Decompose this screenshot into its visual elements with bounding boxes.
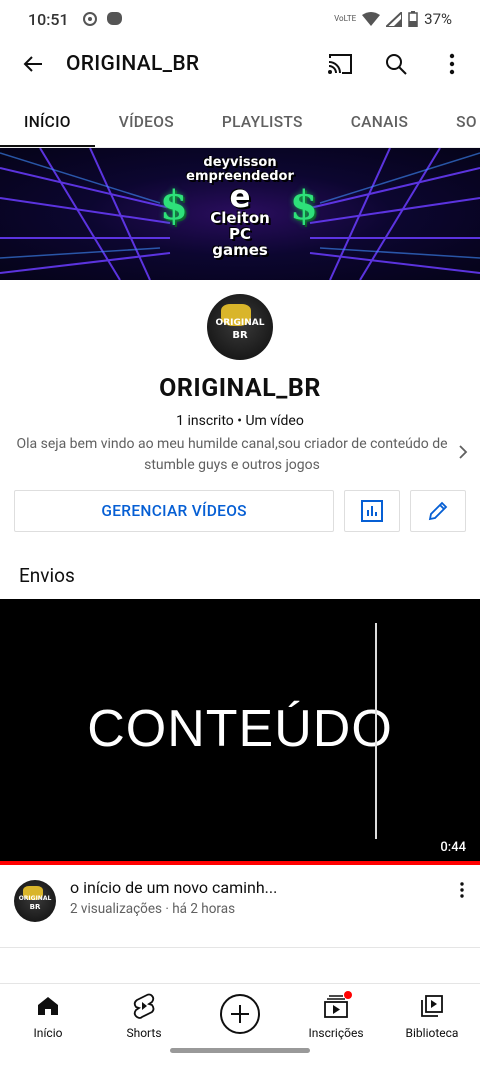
channel-actions: GERENCIAR VÍDEOS bbox=[14, 490, 466, 532]
back-button[interactable] bbox=[0, 38, 66, 90]
nav-subscriptions-label: Inscrições bbox=[308, 1026, 364, 1040]
banner-line-6: games bbox=[212, 240, 268, 259]
avatar-line-1: ORIGINAL bbox=[18, 895, 52, 902]
video-count: Um vídeo bbox=[245, 413, 304, 429]
wifi-icon bbox=[362, 12, 381, 26]
video-more-button[interactable] bbox=[450, 878, 474, 902]
page-title: ORIGINAL_BR bbox=[66, 52, 200, 76]
nav-home[interactable]: Início bbox=[0, 984, 96, 1066]
channel-description[interactable]: Ola seja bem vindo ao meu humilde canal,… bbox=[12, 434, 452, 476]
video-list-item[interactable]: ORIGINAL BR o início de um novo caminh..… bbox=[0, 866, 480, 948]
shorts-icon bbox=[133, 993, 155, 1019]
search-button[interactable] bbox=[368, 38, 424, 90]
status-left-icons bbox=[82, 12, 122, 26]
gesture-bar[interactable] bbox=[170, 1048, 310, 1053]
app-notification-icon bbox=[106, 12, 122, 25]
search-icon bbox=[386, 54, 407, 75]
tab-sobre[interactable]: SO bbox=[432, 96, 480, 147]
avatar-line-2: BR bbox=[29, 903, 41, 911]
channel-tabs: INÍCIO VÍDEOS PLAYLISTS CANAIS SO bbox=[0, 96, 480, 148]
video-title[interactable]: o início de um novo caminh... bbox=[70, 878, 277, 897]
thumbnail-cursor-line bbox=[375, 623, 377, 839]
tab-canais[interactable]: CANAIS bbox=[327, 96, 432, 147]
channel-meta: 1 inscrito • Um vídeo bbox=[0, 413, 480, 429]
nav-library-label: Biblioteca bbox=[405, 1026, 459, 1040]
video-meta: 2 visualizações · há 2 horas bbox=[70, 901, 236, 917]
meta-separator: • bbox=[233, 413, 246, 429]
create-icon bbox=[231, 1005, 249, 1023]
nav-shorts-label: Shorts bbox=[126, 1026, 162, 1040]
signal-icon bbox=[386, 11, 403, 27]
battery-icon bbox=[408, 11, 418, 27]
banner-text: deyvisson empreendedor e Cleiton PC game… bbox=[0, 156, 480, 259]
chevron-right-icon bbox=[459, 445, 468, 459]
cast-icon bbox=[328, 54, 352, 74]
cast-button[interactable] bbox=[312, 38, 368, 90]
home-icon bbox=[38, 997, 58, 1015]
arrow-back-icon bbox=[23, 56, 42, 72]
channel-avatar[interactable]: ORIGINAL BR bbox=[207, 294, 273, 360]
nav-home-label: Início bbox=[33, 1026, 63, 1040]
description-expand-button[interactable] bbox=[458, 444, 468, 464]
video-duration: 0:44 bbox=[440, 840, 466, 855]
library-icon bbox=[421, 995, 443, 1017]
analytics-button[interactable] bbox=[344, 490, 401, 532]
more-vert-icon bbox=[460, 882, 464, 898]
nav-library[interactable]: Biblioteca bbox=[384, 984, 480, 1066]
channel-banner: $ $ deyvisson empreendedor e Cleiton PC … bbox=[0, 148, 480, 280]
app-bar: ORIGINAL_BR bbox=[0, 38, 480, 90]
analytics-icon bbox=[361, 500, 384, 522]
nav-create[interactable] bbox=[192, 984, 288, 1066]
channel-name: ORIGINAL_BR bbox=[159, 374, 321, 403]
bottom-navigation: Início Shorts Inscrições Biblioteca bbox=[0, 983, 480, 1066]
pencil-icon bbox=[428, 501, 448, 521]
nav-subscriptions[interactable]: Inscrições bbox=[288, 984, 384, 1066]
banner-line-1: deyvisson bbox=[203, 155, 277, 170]
tab-inicio[interactable]: INÍCIO bbox=[0, 96, 95, 147]
edit-channel-button[interactable] bbox=[410, 490, 466, 532]
create-button[interactable] bbox=[220, 994, 260, 1034]
status-bar: 10:51 VoLTE 37% bbox=[0, 0, 480, 38]
status-right: VoLTE 37% bbox=[334, 10, 452, 28]
battery-percent: 37% bbox=[424, 10, 452, 28]
more-options-button[interactable] bbox=[424, 38, 480, 90]
app-bar-actions bbox=[312, 38, 480, 90]
manage-videos-button[interactable]: GERENCIAR VÍDEOS bbox=[14, 490, 335, 532]
tab-playlists[interactable]: PLAYLISTS bbox=[198, 96, 327, 147]
record-icon bbox=[82, 12, 97, 26]
more-vert-icon bbox=[449, 53, 455, 75]
video-channel-avatar[interactable]: ORIGINAL BR bbox=[14, 880, 56, 922]
notification-dot bbox=[344, 991, 352, 999]
watch-progress-bar bbox=[0, 861, 480, 865]
avatar-line-2: BR bbox=[232, 330, 248, 341]
banner-line-3: e bbox=[229, 179, 251, 216]
avatar-line-1: ORIGINAL bbox=[215, 318, 265, 328]
volte-icon: VoLTE bbox=[334, 14, 357, 23]
subscriber-count: 1 inscrito bbox=[176, 413, 234, 429]
status-time: 10:51 bbox=[28, 9, 69, 29]
tab-videos[interactable]: VÍDEOS bbox=[95, 96, 198, 147]
video-thumbnail[interactable]: CONTEÚDO 0:44 bbox=[0, 599, 480, 861]
thumbnail-text: CONTEÚDO bbox=[87, 700, 393, 758]
nav-shorts[interactable]: Shorts bbox=[96, 984, 192, 1066]
uploads-section-title: Envios bbox=[19, 564, 75, 587]
